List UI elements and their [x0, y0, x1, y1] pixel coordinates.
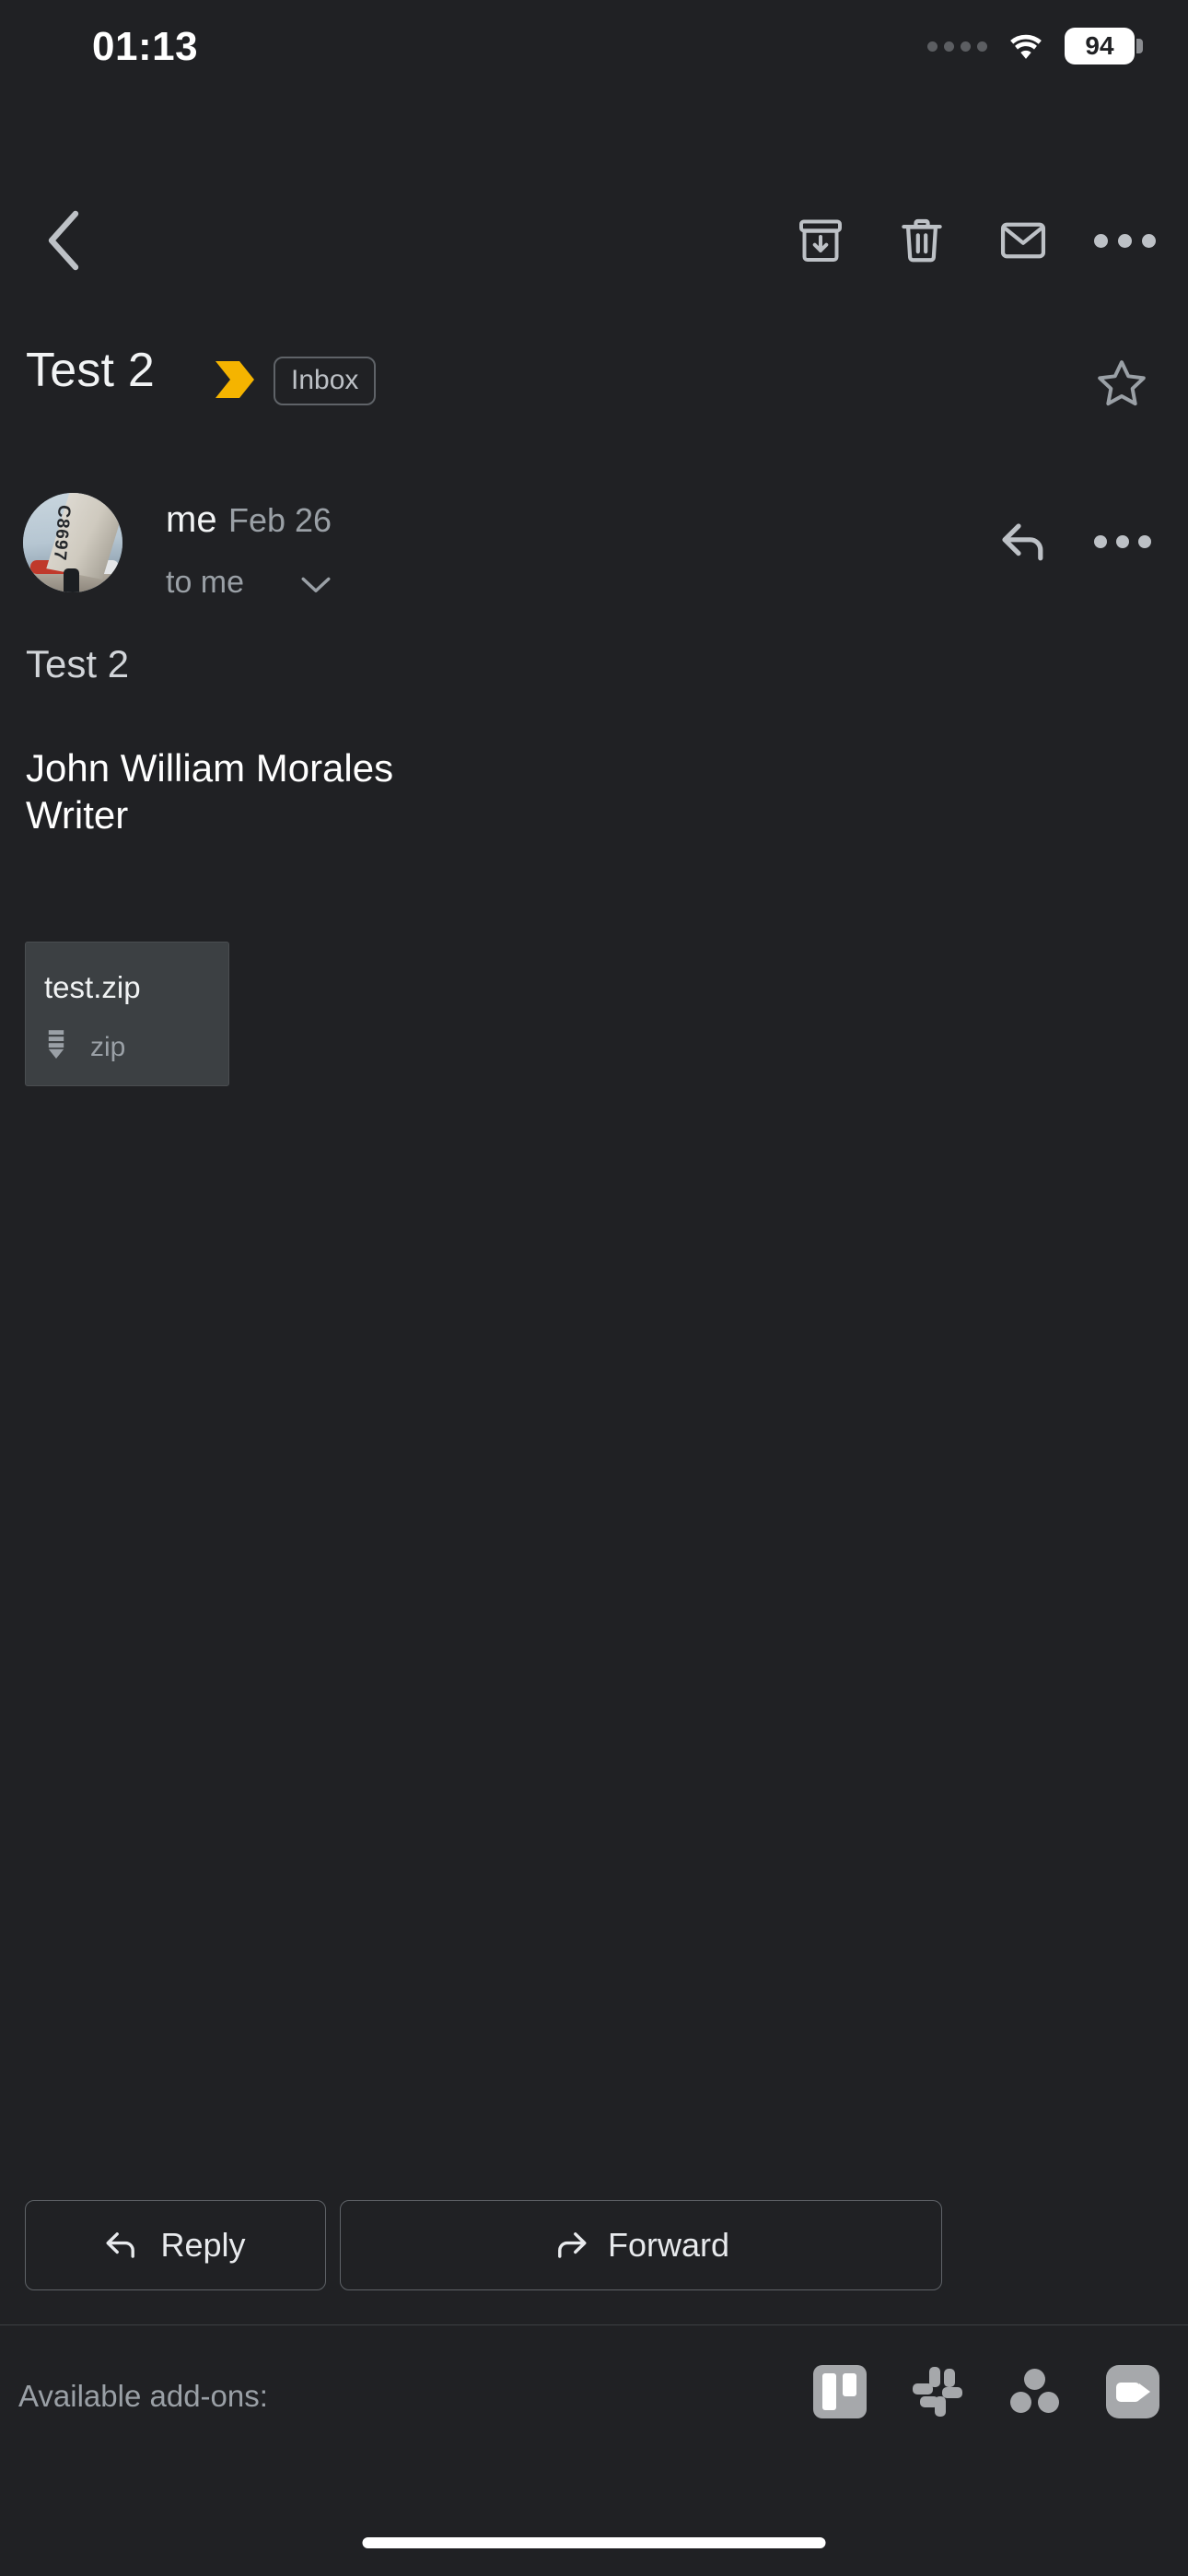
addons-label: Available add-ons: [18, 2379, 268, 2413]
attachment-filename: test.zip [44, 970, 141, 1004]
status-bar-clock: 01:13 [92, 24, 199, 69]
more-options-icon [1093, 233, 1156, 248]
zoom-addon-icon [1106, 2365, 1159, 2418]
chevron-down-icon[interactable] [300, 575, 332, 600]
page-title: Test 2 [26, 344, 155, 397]
home-indicator[interactable] [362, 2537, 826, 2548]
status-bar-indicators: 94 [927, 28, 1143, 64]
reply-forward-bar: Reply Forward [0, 2200, 1188, 2292]
sender-name: me [166, 499, 217, 540]
top-action-bar [0, 189, 1188, 299]
slack-addon-icon [911, 2365, 964, 2418]
star-button[interactable] [1083, 345, 1160, 422]
status-bar: 01:13 94 [0, 0, 1188, 101]
message-header: C8697 me Feb 26 to me [0, 479, 1188, 617]
action-bar-buttons [770, 194, 1175, 287]
reply-arrow-icon [1002, 523, 1043, 561]
important-chevron-icon[interactable] [214, 359, 256, 404]
message-more-button[interactable] [1074, 496, 1171, 588]
recipient-label[interactable]: to me [166, 565, 244, 601]
forward-arrow-icon [558, 2232, 587, 2258]
trello-addon-button[interactable] [810, 2362, 869, 2421]
battery-icon: 94 [1065, 28, 1143, 64]
wifi-icon [1006, 30, 1046, 62]
addons-bar: Available add-ons: [0, 2325, 1188, 2491]
addons-icon-list [810, 2362, 1162, 2421]
trello-addon-icon [813, 2365, 867, 2418]
mark-unread-button[interactable] [973, 194, 1074, 287]
attachment-card[interactable]: test.zip zip [25, 942, 229, 1086]
forward-button-label: Forward [607, 2226, 730, 2264]
forward-button[interactable]: Forward [340, 2200, 942, 2290]
back-chevron-icon [48, 210, 79, 271]
message-date: Feb 26 [228, 501, 332, 539]
email-detail-screen: 01:13 94 Test 2 Inbox C8697 me Feb 26 to… [0, 0, 1188, 2576]
attachment-type: zip [90, 1031, 126, 1062]
body-line: Test 2 [26, 642, 130, 685]
body-line: Writer [26, 793, 129, 837]
delete-button[interactable] [871, 194, 973, 287]
zoom-addon-button[interactable] [1103, 2362, 1162, 2421]
archive-icon [799, 219, 842, 262]
message-body: Test 2 John William Morales Writer [26, 645, 1131, 838]
subject-row: Test 2 Inbox [0, 332, 1188, 433]
slack-addon-button[interactable] [908, 2362, 967, 2421]
envelope-icon [1000, 222, 1046, 259]
reply-button[interactable]: Reply [25, 2200, 326, 2290]
battery-level-text: 94 [1085, 31, 1114, 60]
avatar[interactable]: C8697 [23, 493, 122, 592]
more-options-icon [1094, 535, 1151, 548]
more-options-button[interactable] [1074, 194, 1175, 287]
trash-icon [902, 218, 942, 263]
attachment-meta: zip [44, 1029, 125, 1065]
asana-addon-button[interactable] [1006, 2362, 1065, 2421]
back-button[interactable] [17, 194, 109, 287]
asana-addon-icon [1008, 2365, 1062, 2418]
body-line: John William Morales [26, 746, 394, 790]
zip-file-icon [44, 1029, 68, 1065]
reply-arrow-icon [106, 2232, 135, 2258]
label-chip-inbox[interactable]: Inbox [274, 357, 377, 405]
reply-button-label: Reply [160, 2226, 246, 2264]
reply-icon-button[interactable] [976, 496, 1074, 588]
star-outline-icon [1098, 360, 1146, 406]
message-actions [976, 496, 1171, 588]
archive-button[interactable] [770, 194, 871, 287]
signal-dots-icon [927, 41, 987, 52]
